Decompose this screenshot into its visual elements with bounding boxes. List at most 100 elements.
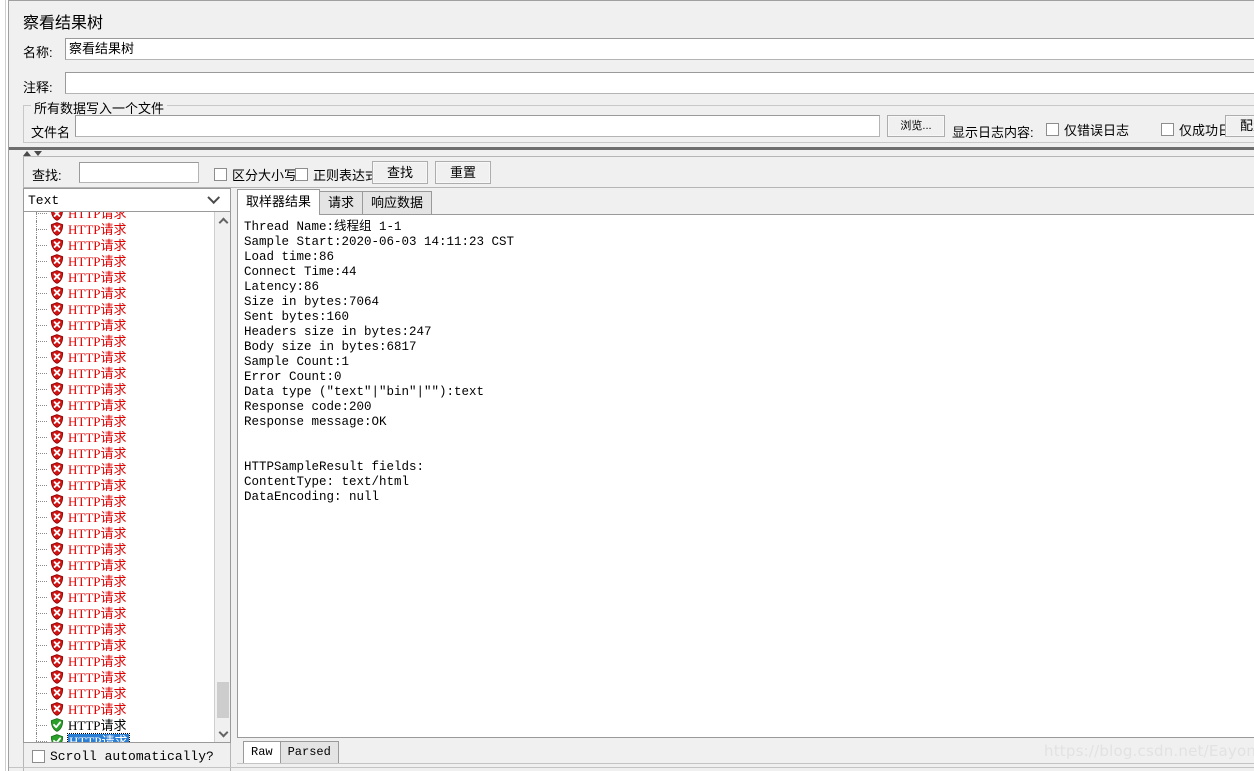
tree-scrollbar-track[interactable] [215, 229, 230, 725]
tree-row[interactable]: HTTP请求 [24, 637, 214, 653]
error-shield-icon [50, 302, 64, 316]
errors-only-label: 仅错误日志 [1064, 123, 1130, 138]
configure-button[interactable]: 配置 [1225, 115, 1254, 137]
tree-row[interactable]: HTTP请求 [24, 509, 214, 525]
sampler-result-pane[interactable]: Thread Name:线程组 1-1 Sample Start:2020-06… [237, 214, 1254, 738]
error-shield-icon [50, 638, 64, 652]
tab-label: 请求 [328, 195, 355, 210]
tree-row[interactable]: HTTP请求 [24, 589, 214, 605]
tree-row-label: HTTP请求 [68, 445, 127, 461]
tree-row[interactable]: HTTP请求 [24, 413, 214, 429]
scroll-up-button[interactable] [215, 212, 230, 229]
tree-row[interactable]: HTTP请求 [24, 573, 214, 589]
tree-scrollbar-thumb[interactable] [217, 682, 229, 718]
tree-connector-icon [36, 701, 50, 717]
tree-row[interactable]: HTTP请求 [24, 333, 214, 349]
tree-row[interactable]: HTTP请求 [24, 477, 214, 493]
tree-row[interactable]: HTTP请求 [24, 669, 214, 685]
tab-2[interactable]: 响应数据 [362, 191, 433, 215]
tree-connector-icon [36, 445, 50, 461]
scroll-automatically-checkbox-box[interactable] [32, 750, 45, 763]
tab-0-active[interactable]: 取样器结果 [237, 189, 321, 215]
regex-checkbox-box[interactable] [295, 168, 308, 181]
renderer-select[interactable]: Text [23, 188, 231, 212]
regex-checkbox[interactable]: 正则表达式 [295, 165, 378, 184]
tree-row[interactable]: HTTP请求 [24, 701, 214, 717]
tree-row[interactable]: HTTP请求 [24, 381, 214, 397]
error-shield-icon [50, 446, 64, 460]
window-left-edge-line [5, 0, 6, 771]
error-shield-icon [50, 254, 64, 268]
reset-button[interactable]: 重置 [435, 161, 491, 184]
tree-row[interactable]: HTTP请求 [24, 397, 214, 413]
tree-row[interactable]: HTTP请求 [24, 493, 214, 509]
tree-connector-icon [36, 477, 50, 493]
error-shield-icon [50, 212, 64, 221]
bottom-tab-0-active[interactable]: Raw [243, 741, 281, 763]
results-tree-list[interactable]: HTTP请求 HTTP请求 HTTP请求 HTTP请求 HTTP请求 HTTP请求 HTTP… [24, 212, 214, 742]
tree-row-label: HTTP请求 [68, 557, 127, 573]
tree-row[interactable]: HTTP请求 [24, 253, 214, 269]
case-sensitive-checkbox-box[interactable] [214, 168, 227, 181]
raw-parsed-tabs[interactable]: Raw Parsed [243, 741, 339, 763]
tree-row[interactable]: HTTP请求 [24, 525, 214, 541]
tree-row-label: HTTP请求 [68, 333, 127, 349]
tree-vertical-scrollbar[interactable] [214, 212, 230, 742]
tree-row[interactable]: HTTP请求 [24, 461, 214, 477]
chevron-down-icon-renderer[interactable] [207, 191, 221, 205]
tree-row-label: HTTP请求 [68, 269, 127, 285]
tree-row[interactable]: HTTP请求 [24, 301, 214, 317]
tree-row[interactable]: HTTP请求 [24, 285, 214, 301]
name-input[interactable]: 察看结果树 [65, 38, 1254, 60]
tree-connector-icon [36, 413, 50, 429]
tree-row[interactable]: HTTP请求 [24, 653, 214, 669]
tree-row[interactable]: HTTP请求 [24, 605, 214, 621]
search-input[interactable] [79, 162, 199, 183]
tree-connector-icon [36, 381, 50, 397]
filename-input[interactable] [75, 115, 880, 137]
browse-button[interactable]: 浏览... [887, 115, 945, 137]
comment-input[interactable] [65, 72, 1254, 94]
tree-row[interactable]: HTTP请求 [24, 237, 214, 253]
comment-label: 注释: [23, 80, 53, 95]
tree-connector-icon [36, 212, 50, 221]
tree-connector-icon [36, 221, 50, 237]
bottom-tab-1[interactable]: Parsed [279, 741, 339, 763]
tree-row[interactable]: HTTP请求 [24, 541, 214, 557]
tab-1[interactable]: 请求 [319, 191, 364, 215]
tree-row[interactable]: HTTP请求 [24, 349, 214, 365]
error-shield-icon [50, 382, 64, 396]
tree-row[interactable]: HTTP请求 [24, 445, 214, 461]
tree-row[interactable]: HTTP请求 [24, 212, 214, 221]
tree-row-selected[interactable]: HTTP请求 [24, 732, 214, 742]
tree-row[interactable]: HTTP请求 [24, 365, 214, 381]
window-left-margin [0, 0, 8, 771]
scroll-down-button[interactable] [215, 725, 230, 742]
tree-connector-icon [36, 669, 50, 685]
error-shield-icon [50, 670, 64, 684]
tree-row[interactable]: HTTP请求 [24, 317, 214, 333]
tree-row[interactable]: HTTP请求 [24, 621, 214, 637]
tree-row[interactable]: HTTP请求 [24, 269, 214, 285]
error-shield-icon [50, 334, 64, 348]
tree-row[interactable]: HTTP请求 [24, 221, 214, 237]
results-tree[interactable]: HTTP请求 HTTP请求 HTTP请求 HTTP请求 HTTP请求 HTTP请求 HTTP… [23, 211, 231, 743]
tree-row[interactable]: HTTP请求 [24, 685, 214, 701]
tree-connector-icon [36, 637, 50, 653]
scroll-automatically-checkbox[interactable]: Scroll automatically? [32, 749, 214, 764]
tree-row[interactable]: HTTP请求 [24, 429, 214, 445]
tree-row-label: HTTP请求 [68, 413, 127, 429]
errors-only-checkbox[interactable]: 仅错误日志 [1046, 120, 1129, 139]
tree-row-label: HTTP请求 [68, 717, 127, 733]
filename-label: 文件名 [31, 125, 71, 140]
result-tabs[interactable]: 取样器结果 请求 响应数据 [237, 189, 433, 215]
case-sensitive-checkbox[interactable]: 区分大小写 [214, 165, 297, 184]
tree-row[interactable]: HTTP请求 [24, 717, 214, 733]
success-only-checkbox-box[interactable] [1161, 123, 1174, 136]
tree-row-label: HTTP请求 [68, 349, 127, 365]
tree-row[interactable]: HTTP请求 [24, 557, 214, 573]
tree-connector-icon [36, 285, 50, 301]
tree-row-label: HTTP请求 [68, 541, 127, 557]
errors-only-checkbox-box[interactable] [1046, 123, 1059, 136]
search-button[interactable]: 查找 [372, 161, 428, 184]
